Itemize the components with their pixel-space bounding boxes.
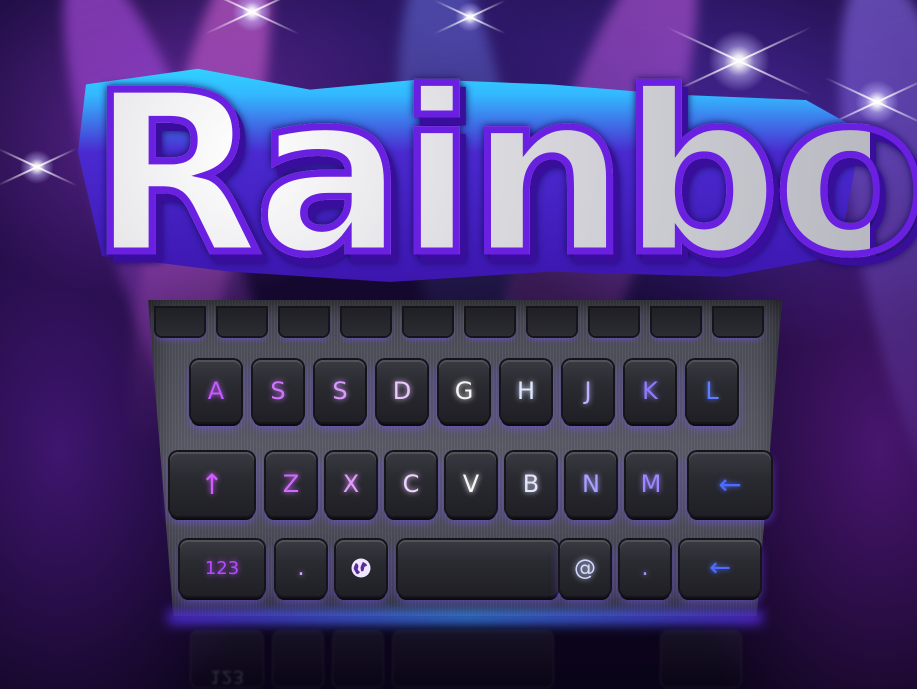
key-a[interactable]: A xyxy=(191,360,241,422)
key-c-label: C xyxy=(402,470,420,498)
key-period[interactable]: . xyxy=(276,540,326,596)
key-g[interactable]: G xyxy=(439,360,489,422)
light-flare xyxy=(20,150,54,184)
key-period-2[interactable]: . xyxy=(620,540,670,596)
key-z-label: Z xyxy=(282,470,300,498)
key-m-label: M xyxy=(640,470,662,498)
key-at[interactable]: @ xyxy=(560,540,610,596)
key-top-row[interactable] xyxy=(652,308,700,336)
light-flare xyxy=(455,2,485,32)
backspace-arrow-icon: ← xyxy=(718,467,742,501)
enter-arrow-icon: ← xyxy=(709,553,731,583)
key-n[interactable]: N xyxy=(566,452,616,516)
key-d[interactable]: D xyxy=(377,360,427,422)
key-b-label: B xyxy=(522,470,540,498)
key-top-row[interactable] xyxy=(714,308,762,336)
reflection-key xyxy=(332,630,384,688)
key-s-2[interactable]: S xyxy=(315,360,365,422)
key-top-row[interactable] xyxy=(280,308,328,336)
key-h-label: H xyxy=(516,377,536,405)
key-shift[interactable]: ↑ xyxy=(170,452,254,516)
key-b[interactable]: B xyxy=(506,452,556,516)
keyboard-theme-preview: Rainbow A S S D G H J K L ↑ Z X C V B N M ← 123. @. ← 123 xyxy=(0,0,917,689)
key-a-label: A xyxy=(207,377,225,405)
key-z[interactable]: Z xyxy=(266,452,316,516)
key-space[interactable] xyxy=(398,540,558,596)
key-j[interactable]: J xyxy=(563,360,613,422)
key-top-row[interactable] xyxy=(342,308,390,336)
key-x[interactable]: X xyxy=(326,452,376,516)
key-v-label: V xyxy=(462,470,480,498)
key-l[interactable]: L xyxy=(687,360,737,422)
key-j-label: J xyxy=(584,377,592,405)
key-period-2-label: . xyxy=(641,555,649,581)
keyboard-panel: A S S D G H J K L ↑ Z X C V B N M ← 123. @. ← xyxy=(148,300,782,624)
key-d-label: D xyxy=(392,377,412,405)
key-top-row[interactable] xyxy=(156,308,204,336)
key-c[interactable]: C xyxy=(386,452,436,516)
keyboard-reflection: 123 xyxy=(180,622,750,689)
key-top-row[interactable] xyxy=(218,308,266,336)
globe-icon xyxy=(351,558,371,578)
key-top-row[interactable] xyxy=(528,308,576,336)
reflection-key xyxy=(392,630,554,688)
key-top-row[interactable] xyxy=(466,308,514,336)
key-x-label: X xyxy=(342,470,360,498)
reflection-key: 123 xyxy=(190,630,264,688)
key-k[interactable]: K xyxy=(625,360,675,422)
reflection-key xyxy=(660,630,742,688)
key-s-2-label: S xyxy=(332,377,348,405)
key-l-label: L xyxy=(705,377,719,405)
key-top-row[interactable] xyxy=(404,308,452,336)
key-numbers[interactable]: 123 xyxy=(180,540,264,596)
key-n-label: N xyxy=(582,470,600,498)
key-s-label: S xyxy=(270,377,286,405)
shift-arrow-icon: ↑ xyxy=(200,467,224,501)
key-period-label: . xyxy=(297,555,305,581)
key-k-label: K xyxy=(642,377,658,405)
key-s[interactable]: S xyxy=(253,360,303,422)
key-m[interactable]: M xyxy=(626,452,676,516)
key-v[interactable]: V xyxy=(446,452,496,516)
key-enter[interactable]: ← xyxy=(680,540,760,596)
title-text: Rainbow xyxy=(87,46,917,304)
reflection-key xyxy=(272,630,324,688)
key-top-row[interactable] xyxy=(590,308,638,336)
key-numbers-label: 123 xyxy=(204,557,240,579)
key-backspace[interactable]: ← xyxy=(689,452,771,516)
key-globe[interactable] xyxy=(336,540,386,596)
key-g-label: G xyxy=(454,377,474,405)
title-logo: Rainbow xyxy=(70,46,917,308)
key-h[interactable]: H xyxy=(501,360,551,422)
key-at-label: @ xyxy=(574,555,596,581)
